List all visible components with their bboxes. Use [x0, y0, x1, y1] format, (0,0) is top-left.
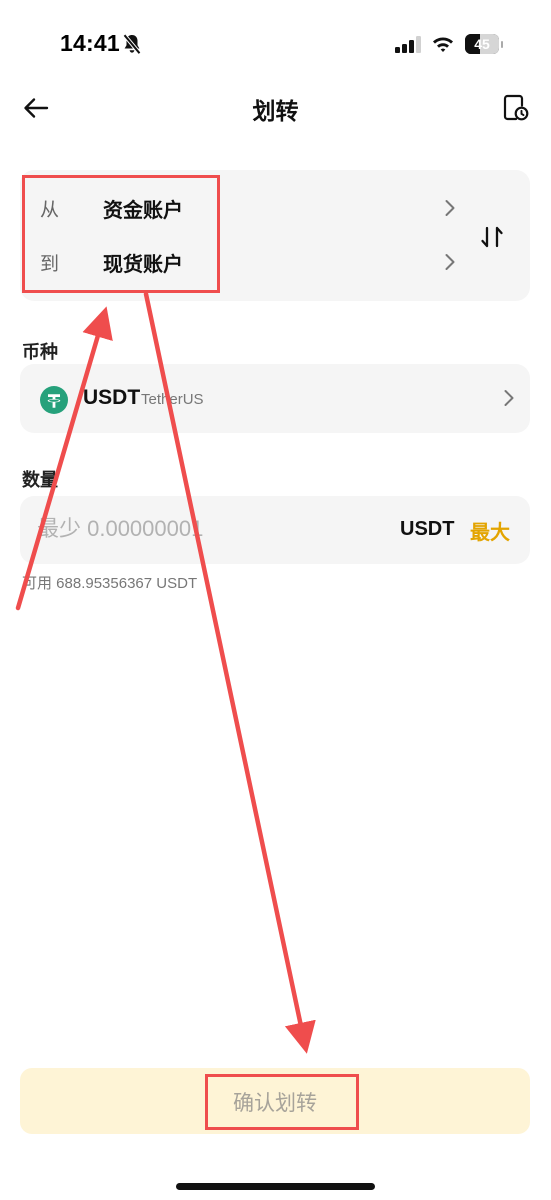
available-balance: 可用 688.95356367 USDT — [22, 575, 198, 592]
amount-input-box: USDT 最大 — [20, 496, 530, 564]
page-title: 划转 — [252, 99, 299, 125]
coin-symbol: USDT — [83, 386, 141, 409]
to-label: 到 — [40, 253, 60, 275]
confirm-transfer-label: 确认划转 — [233, 1092, 317, 1115]
amount-unit: USDT — [400, 518, 455, 540]
coin-section-label: 币种 — [22, 342, 58, 363]
transfer-history-button[interactable] — [500, 92, 532, 124]
chevron-right-icon — [445, 254, 455, 270]
status-time: 14:41 — [60, 30, 120, 56]
battery-level-text: 45 — [474, 36, 490, 52]
coin-full-name: TetherUS — [141, 391, 204, 408]
status-bar: 14:41 45 — [0, 0, 551, 90]
transfer-history-icon — [503, 94, 529, 121]
swap-vertical-icon — [481, 226, 503, 248]
wifi-icon — [433, 37, 453, 52]
tether-logo-icon — [40, 386, 68, 414]
battery-icon: 45 — [465, 34, 503, 55]
chevron-right-icon — [504, 390, 514, 406]
amount-section-label: 数量 — [22, 470, 58, 491]
signal-icon — [395, 36, 421, 53]
home-indicator — [176, 1183, 375, 1190]
max-button[interactable]: 最大 — [470, 516, 510, 545]
to-account-name: 现货账户 — [103, 252, 183, 276]
transfer-account-selector: 从 资金账户 到 现货账户 — [20, 170, 530, 301]
swap-accounts-button[interactable] — [472, 220, 512, 254]
transfer-screen: 14:41 45 划转 从 资金账户 到 现货账户 币种 USDT Tether… — [0, 0, 551, 1200]
to-account-row[interactable]: 到 现货账户 — [20, 236, 480, 291]
coin-selector[interactable]: USDT TetherUS — [20, 364, 530, 433]
from-account-row[interactable]: 从 资金账户 — [20, 182, 480, 237]
from-account-name: 资金账户 — [103, 198, 183, 222]
header-bar: 划转 — [0, 82, 551, 134]
bell-off-icon — [122, 33, 142, 55]
amount-input[interactable] — [37, 510, 352, 548]
chevron-right-icon — [445, 200, 455, 216]
confirm-transfer-button[interactable]: 确认划转 — [20, 1068, 530, 1134]
from-label: 从 — [40, 199, 60, 221]
